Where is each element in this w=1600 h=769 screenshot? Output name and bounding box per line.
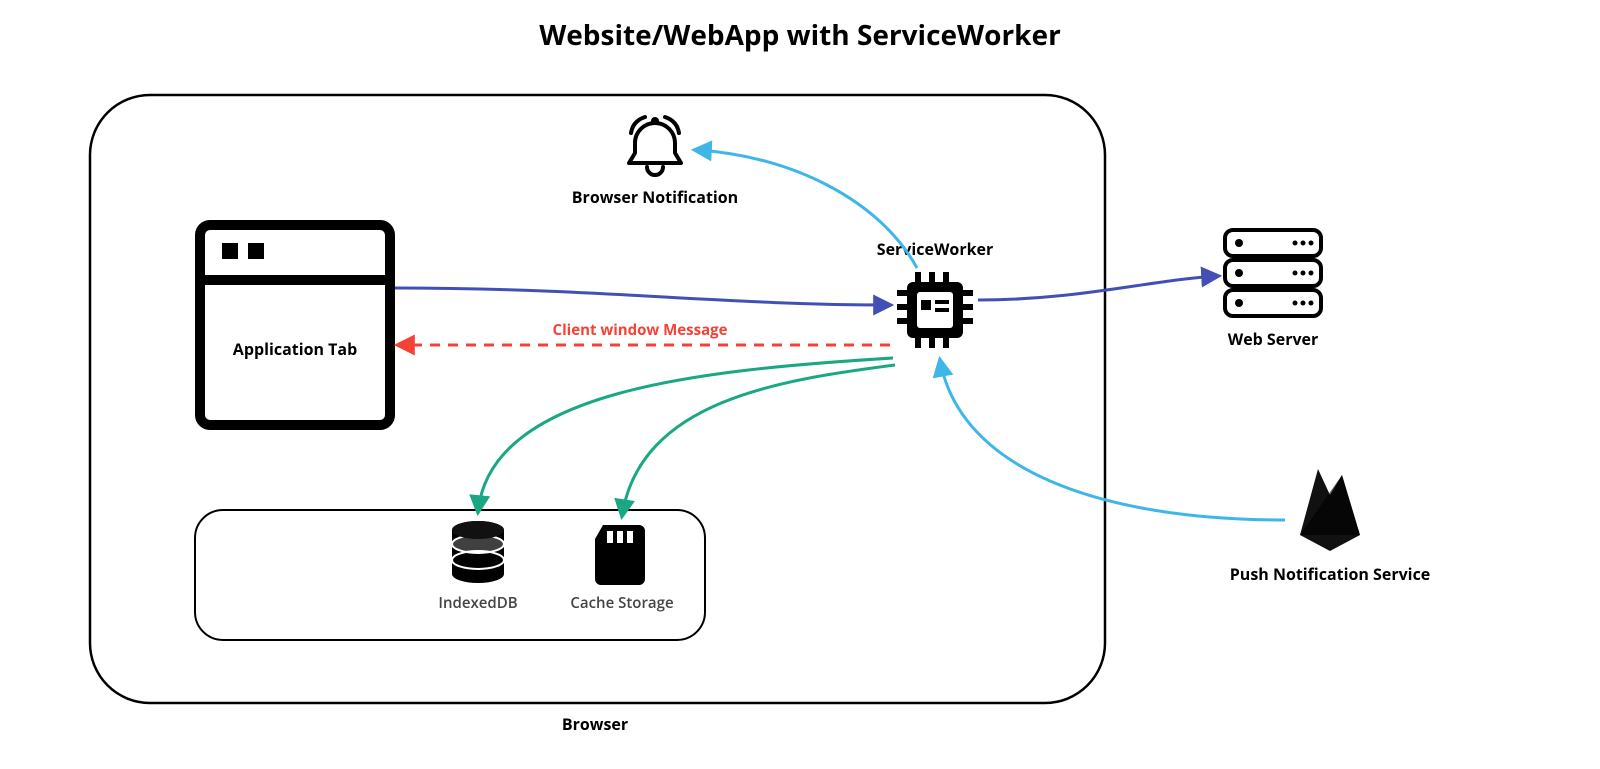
bell-icon <box>629 117 681 175</box>
edge-app-to-sw <box>395 288 890 305</box>
service-worker-label: ServiceWorker <box>877 238 993 260</box>
firebase-icon <box>1300 469 1360 551</box>
diagram-title: Website/WebApp with ServiceWorker <box>539 16 1061 54</box>
database-icon <box>452 521 504 583</box>
application-tab-node: Application Tab <box>200 225 390 425</box>
server-icon <box>1225 230 1321 316</box>
cache-storage-label: Cache Storage <box>570 593 673 613</box>
browser-notification-label: Browser Notification <box>572 186 738 208</box>
chip-icon <box>897 272 973 348</box>
client-window-message-label: Client window Message <box>553 320 728 340</box>
sd-card-icon <box>595 525 645 585</box>
push-service-label: Push Notification Service <box>1230 563 1431 585</box>
web-server-label: Web Server <box>1228 328 1319 350</box>
indexeddb-label: IndexedDB <box>438 593 517 613</box>
browser-label: Browser <box>562 713 628 735</box>
edge-sw-to-indexeddb <box>478 358 893 512</box>
edge-sw-to-cache <box>622 365 895 516</box>
diagram-canvas: Website/WebApp with ServiceWorker Browse… <box>0 0 1600 769</box>
edge-sw-to-server <box>978 276 1218 300</box>
edge-push-to-sw <box>940 360 1285 520</box>
application-tab-label: Application Tab <box>233 338 357 360</box>
